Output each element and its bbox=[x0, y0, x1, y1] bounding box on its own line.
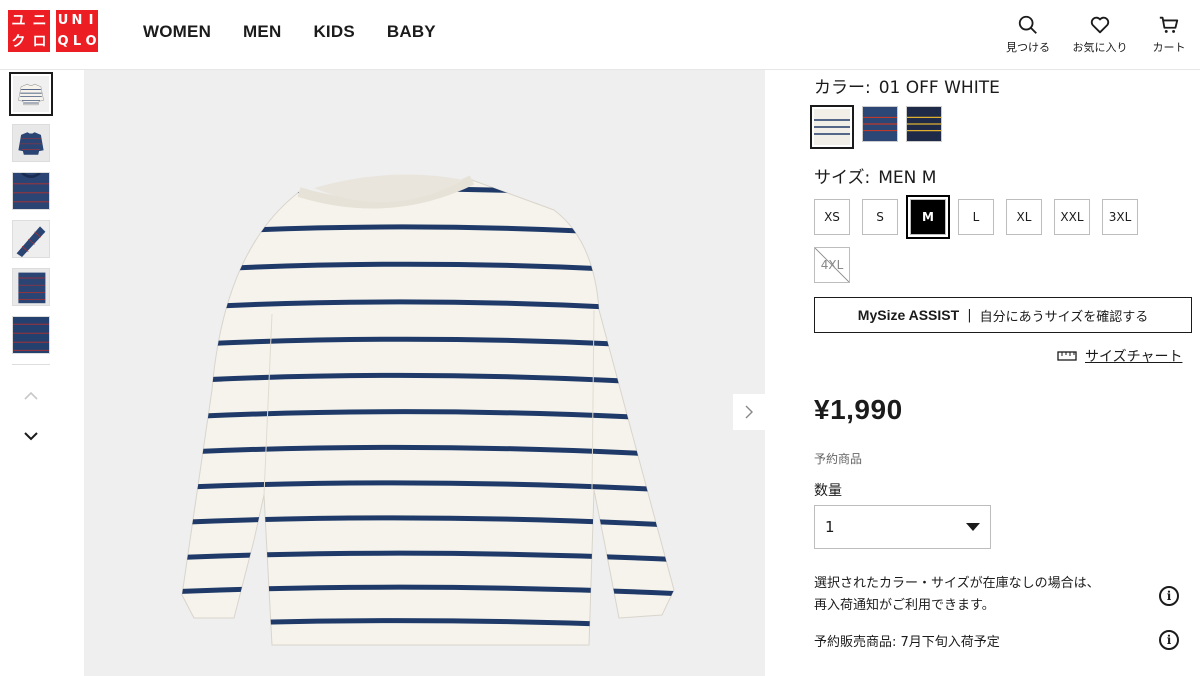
search-button[interactable]: 見つける bbox=[1003, 14, 1053, 55]
favorites-button[interactable]: お気に入り bbox=[1068, 14, 1132, 55]
search-icon bbox=[1018, 15, 1037, 34]
thumbnail-image bbox=[13, 317, 49, 353]
selected-size-label: サイズ: MEN M bbox=[814, 163, 936, 188]
logo-char: ロ bbox=[32, 33, 47, 50]
nav-baby[interactable]: BABY bbox=[387, 22, 436, 42]
cart-label: カート bbox=[1152, 41, 1186, 54]
thumbnail-4[interactable] bbox=[12, 220, 50, 258]
thumbnail-image bbox=[13, 221, 49, 257]
thumbnail-6[interactable] bbox=[12, 316, 50, 354]
restock-notice-line1: 選択されたカラー・サイズが在庫なしの場合は、 bbox=[814, 576, 1100, 591]
mysize-divider: | bbox=[967, 307, 972, 323]
thumbnail-3[interactable] bbox=[12, 172, 50, 210]
main-product-image[interactable] bbox=[84, 70, 765, 676]
size-options: XS S M L XL XXL 3XL 4XL bbox=[814, 195, 1154, 283]
color-value: 01 OFF WHITE bbox=[878, 78, 1000, 98]
thumbnail-5[interactable] bbox=[12, 268, 50, 306]
thumbnail-gallery bbox=[8, 72, 54, 465]
main-nav: WOMEN MEN KIDS BABY bbox=[143, 22, 436, 42]
thumbnail-divider bbox=[12, 364, 50, 365]
swatch-image bbox=[814, 109, 850, 145]
color-swatch-navy-red[interactable] bbox=[862, 106, 898, 142]
size-option-xl[interactable]: XL bbox=[1006, 199, 1042, 235]
striped-long-sleeve-tee-image bbox=[84, 70, 765, 676]
color-key: カラー: bbox=[814, 78, 871, 98]
size-option-s[interactable]: S bbox=[862, 199, 898, 235]
ruler-icon bbox=[1057, 351, 1077, 361]
swatch-image bbox=[863, 107, 897, 141]
logo-char: I bbox=[88, 13, 94, 28]
search-label: 見つける bbox=[1006, 41, 1050, 54]
quantity-select[interactable]: 1 bbox=[814, 505, 991, 549]
caret-down-icon bbox=[966, 523, 980, 531]
cart-icon bbox=[1159, 16, 1179, 33]
next-image-button[interactable] bbox=[733, 394, 765, 430]
restock-notice-line2: 再入荷通知がご利用できます。 bbox=[814, 598, 995, 613]
size-value: MEN M bbox=[878, 168, 937, 188]
restock-notice: 選択されたカラー・サイズが在庫なしの場合は、 再入荷通知がご利用できます。 bbox=[814, 573, 1154, 617]
nav-men[interactable]: MEN bbox=[243, 22, 281, 42]
info-icon[interactable]: i bbox=[1159, 630, 1179, 650]
mysize-assist-button[interactable]: MySize ASSIST | 自分にあうサイズを確認する bbox=[814, 297, 1192, 333]
logo-char: ニ bbox=[32, 12, 47, 29]
color-swatch-off-white[interactable] bbox=[810, 105, 854, 149]
thumbnail-2[interactable] bbox=[12, 124, 50, 162]
logo-char: ク bbox=[11, 33, 26, 50]
presale-text: 予約販売商品: 7月下旬入荷予定 bbox=[814, 635, 1000, 650]
thumbnail-scroll-down-button[interactable] bbox=[12, 425, 50, 447]
mysize-brand: MySize ASSIST bbox=[857, 307, 960, 323]
size-chart-link[interactable]: サイズチャート bbox=[1057, 346, 1182, 366]
info-icon[interactable]: i bbox=[1159, 586, 1179, 606]
size-option-m[interactable]: M bbox=[906, 195, 950, 239]
size-option-l[interactable]: L bbox=[958, 199, 994, 235]
selected-color-label: カラー: 01 OFF WHITE bbox=[814, 73, 1000, 98]
thumbnail-image bbox=[13, 125, 49, 161]
quantity-label: 数量 bbox=[814, 483, 842, 499]
quantity-value: 1 bbox=[825, 518, 835, 536]
chevron-right-icon bbox=[745, 405, 753, 419]
nav-kids[interactable]: KIDS bbox=[313, 22, 354, 42]
preorder-badge: 予約商品 bbox=[814, 452, 863, 466]
logo-char: U bbox=[57, 13, 69, 28]
size-key: サイズ: bbox=[814, 168, 871, 188]
size-option-xs[interactable]: XS bbox=[814, 199, 850, 235]
chevron-down-icon bbox=[24, 432, 38, 441]
size-option-3xl[interactable]: 3XL bbox=[1102, 199, 1138, 235]
cart-button[interactable]: カート bbox=[1146, 14, 1192, 55]
size-chart-label: サイズチャート bbox=[1085, 349, 1183, 365]
color-swatches bbox=[810, 105, 942, 149]
thumbnail-image bbox=[13, 76, 49, 112]
logo-char: ユ bbox=[11, 12, 26, 29]
logo-char: L bbox=[72, 34, 82, 49]
logo-char: Q bbox=[57, 34, 69, 49]
mysize-text: 自分にあうサイズを確認する bbox=[979, 309, 1149, 325]
uniqlo-logo-katakana[interactable]: ユ ニ ク ロ bbox=[8, 10, 50, 52]
thumbnail-1[interactable] bbox=[9, 72, 53, 116]
size-option-xxl[interactable]: XXL bbox=[1054, 199, 1090, 235]
color-swatch-navy-yellow[interactable] bbox=[906, 106, 942, 142]
favorites-label: お気に入り bbox=[1072, 41, 1128, 54]
uniqlo-logo-latin[interactable]: U N I Q L O bbox=[56, 10, 98, 52]
thumbnail-image bbox=[13, 173, 49, 209]
size-option-4xl[interactable]: 4XL bbox=[814, 247, 850, 283]
logo-char: O bbox=[85, 34, 97, 49]
heart-icon bbox=[1090, 16, 1110, 34]
logo-char: N bbox=[71, 13, 83, 28]
price: ¥1,990 bbox=[814, 394, 903, 425]
site-header: ユ ニ ク ロ U N I Q L O WOMEN MEN KIDS BABY … bbox=[0, 0, 1200, 70]
thumbnail-scroll-up-button[interactable] bbox=[12, 385, 50, 407]
thumbnail-image bbox=[13, 269, 49, 305]
swatch-image bbox=[907, 107, 941, 141]
chevron-up-icon bbox=[24, 391, 38, 400]
nav-women[interactable]: WOMEN bbox=[143, 22, 211, 42]
